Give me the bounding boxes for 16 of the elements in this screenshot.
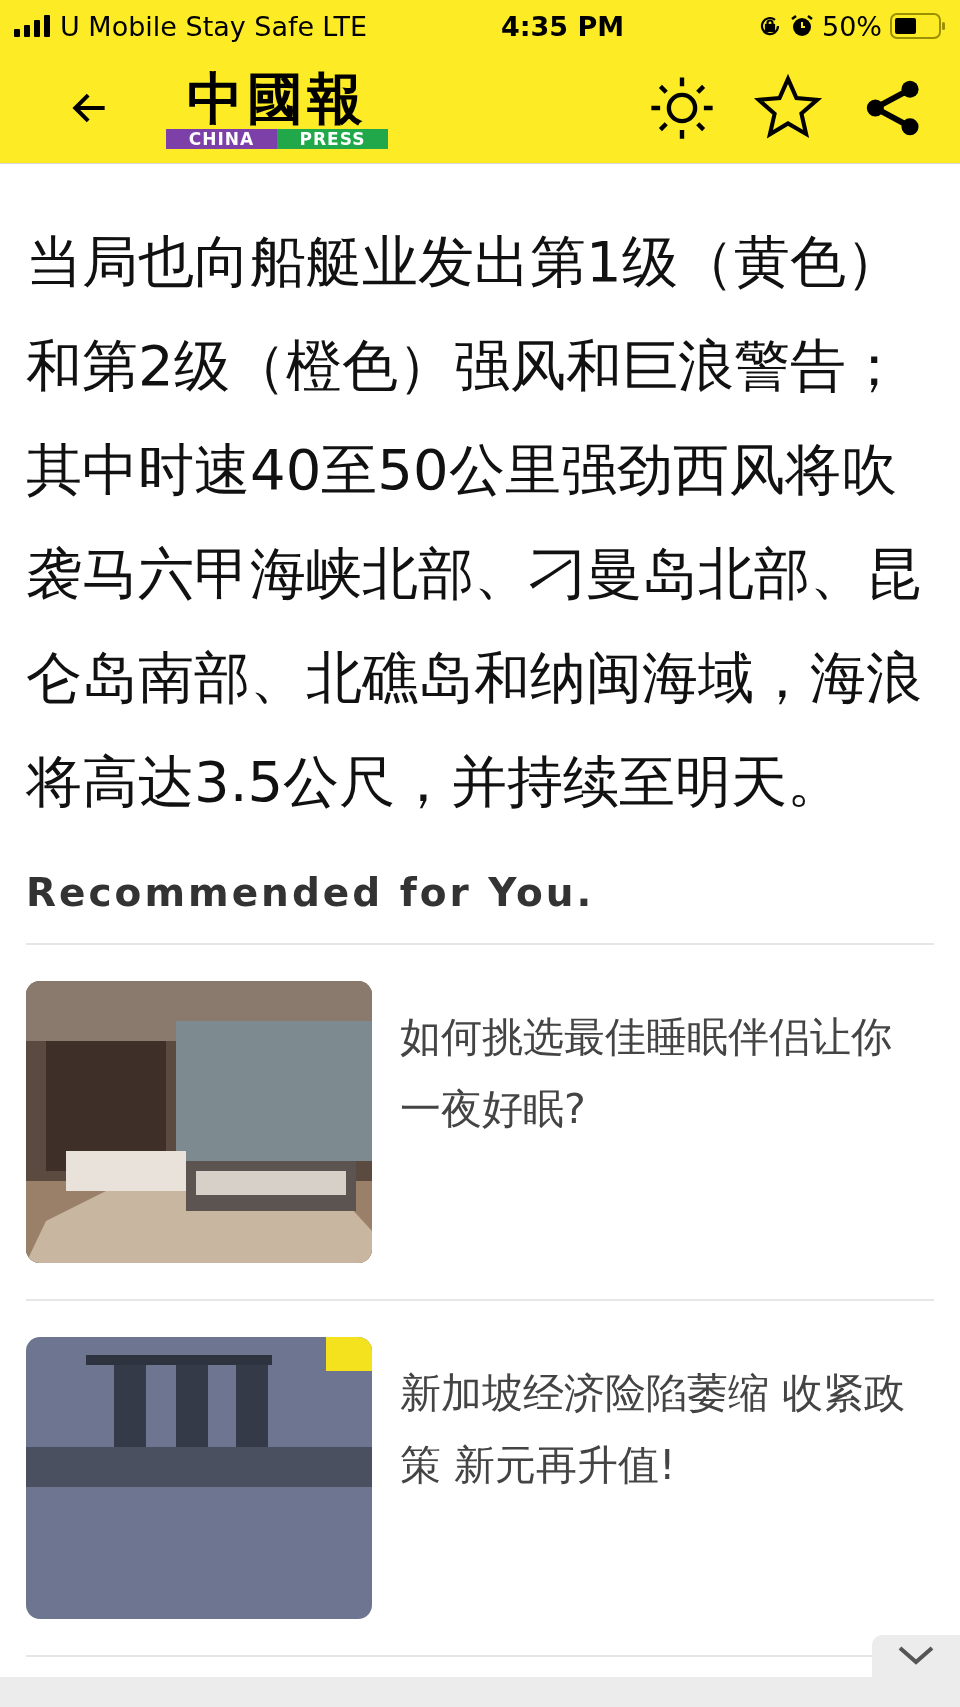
clock-time: 4:35 PM — [500, 10, 625, 42]
logo-text: PRESS — [277, 128, 388, 149]
logo-text: CHINA — [166, 128, 277, 149]
signal-icon — [14, 15, 52, 37]
logo-title: 中國報 — [186, 66, 368, 129]
battery-icon — [890, 13, 946, 39]
article-link[interactable]: 新加坡经济险陷萎缩 收紧政策 新元再升值! — [400, 1337, 925, 1619]
rotation-lock-icon — [758, 14, 782, 38]
network-type: LTE — [322, 10, 368, 42]
carrier-name: U Mobile Stay Safe — [60, 10, 315, 42]
section-heading: Recommended for You. — [26, 870, 934, 945]
battery-percent: 50% — [822, 10, 882, 42]
article-link[interactable]: 如何挑选最佳睡眠伴侣让你一夜好眠? — [400, 981, 925, 1263]
scroll-down-button[interactable] — [872, 1635, 960, 1677]
article-paragraph: 当局也向船艇业发出第1级（黄色）和第2级（橙色）强风和巨浪警告；其中时速40至50公里强劲西风将吹袭马六甲海峡北部、刁曼岛北部、昆仑岛南部、北礁岛和纳闽海域，海浪将高达3.5公尺，并持续至明天。 — [26, 228, 923, 816]
alarm-icon — [790, 14, 814, 38]
